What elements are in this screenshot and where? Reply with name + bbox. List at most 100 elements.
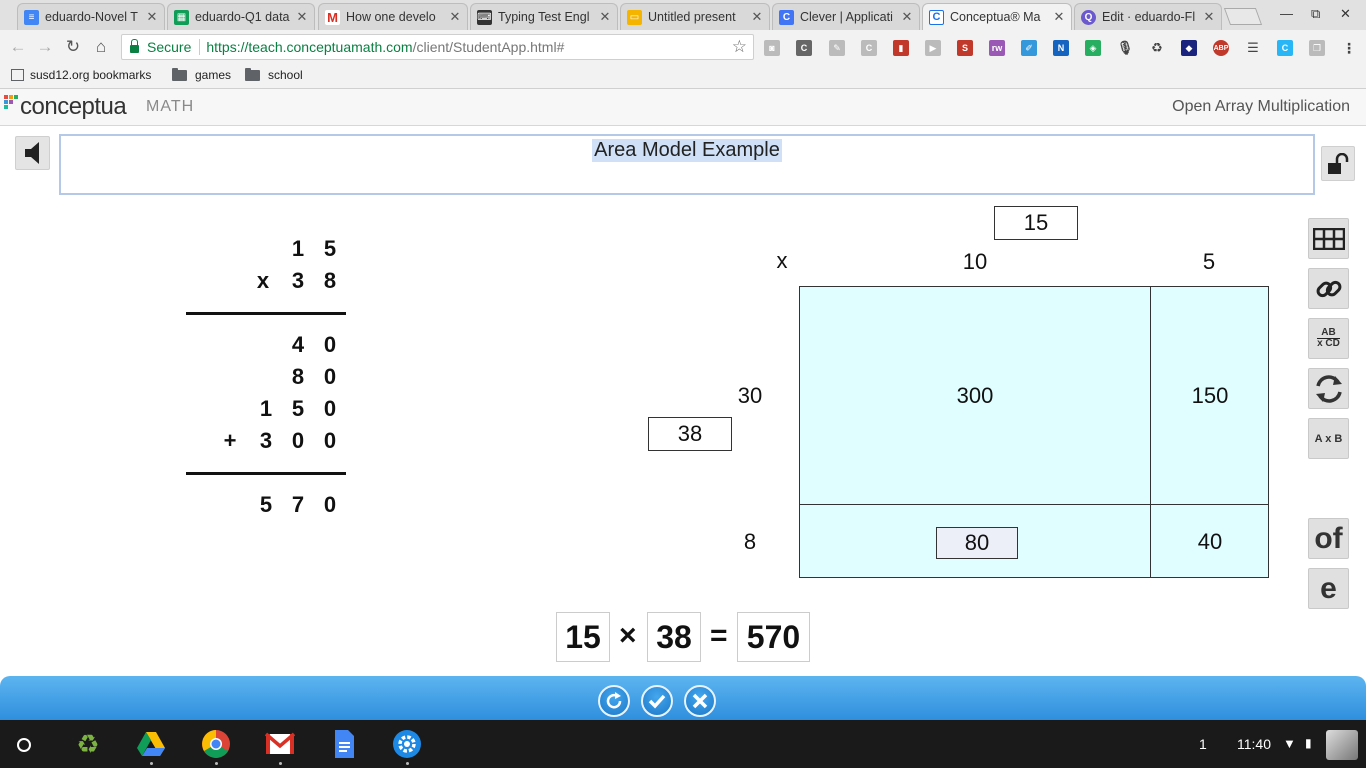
tab-docs[interactable]: ≡ eduardo-Novel T ✕ bbox=[17, 3, 165, 30]
copy-extension-icon[interactable]: ❐ bbox=[1309, 40, 1325, 56]
bookmarks-bar: susd12.org bookmarks games school bbox=[0, 64, 1366, 89]
battery-icon[interactable]: ▮ bbox=[1305, 736, 1312, 750]
tab-clever[interactable]: C Clever | Applicati ✕ bbox=[772, 3, 920, 30]
back-arrow-icon[interactable]: ← bbox=[8, 37, 28, 57]
close-icon[interactable]: ✕ bbox=[1203, 9, 1215, 25]
column-label: 10 bbox=[962, 249, 988, 274]
home-icon[interactable]: ⌂ bbox=[91, 37, 111, 57]
axb-tool-button[interactable]: A x B bbox=[1308, 418, 1349, 459]
app-header: conceptua MATH Open Array Multiplication bbox=[0, 89, 1366, 126]
tab-title: Typing Test Engl bbox=[498, 10, 590, 24]
multiplier-digit: 8 bbox=[323, 268, 337, 293]
address-bar[interactable]: Secure https://teach.conceptuamath.com /… bbox=[121, 34, 754, 60]
s-extension-icon[interactable]: S bbox=[957, 40, 973, 56]
gmail-app-icon[interactable] bbox=[264, 729, 296, 759]
paint-extension-icon[interactable]: ✎ bbox=[829, 40, 845, 56]
equation-factor-a[interactable]: 15 bbox=[556, 612, 610, 662]
divider-line bbox=[186, 472, 346, 475]
docs-app-icon[interactable] bbox=[329, 729, 359, 759]
cell-input[interactable]: 80 bbox=[936, 527, 1018, 559]
tab-gmail[interactable]: M How one develo ✕ bbox=[318, 3, 468, 30]
bookmark-susd12[interactable]: susd12.org bookmarks bbox=[11, 68, 151, 82]
tab-sheets[interactable]: ▦ eduardo-Q1 data ✕ bbox=[167, 3, 315, 30]
close-icon[interactable]: ✕ bbox=[296, 9, 308, 25]
new-tab-button[interactable] bbox=[1223, 8, 1263, 25]
minimize-icon[interactable]: — bbox=[1280, 6, 1293, 21]
menu-icon[interactable]: ⋮ bbox=[1341, 40, 1357, 56]
left-factor-input[interactable]: 38 bbox=[648, 417, 732, 451]
recycle-app-icon[interactable]: ♻ bbox=[73, 729, 103, 760]
shield-extension-icon[interactable]: ◆ bbox=[1181, 40, 1197, 56]
pen-extension-icon[interactable]: ✐ bbox=[1021, 40, 1037, 56]
list-extension-icon[interactable]: ☰ bbox=[1245, 40, 1261, 56]
close-icon[interactable]: ✕ bbox=[599, 9, 611, 25]
close-window-icon[interactable]: ✕ bbox=[1340, 6, 1351, 22]
equation-result[interactable]: 570 bbox=[737, 612, 810, 662]
reload-icon[interactable]: ↻ bbox=[63, 37, 83, 57]
camera-extension-icon[interactable]: ◙ bbox=[764, 40, 780, 56]
folder-icon bbox=[172, 67, 187, 81]
speaker-button[interactable] bbox=[15, 136, 50, 170]
partial-digit: 0 bbox=[291, 428, 305, 453]
bookmark-games[interactable]: games bbox=[172, 67, 231, 82]
running-indicator bbox=[215, 762, 218, 765]
tab-strip: ≡ eduardo-Novel T ✕ ▦ eduardo-Q1 data ✕ … bbox=[0, 0, 1366, 30]
equation-factor-b[interactable]: 38 bbox=[647, 612, 701, 662]
check-button[interactable] bbox=[641, 685, 673, 717]
tab-quizizz[interactable]: Q Edit · eduardo-Fl ✕ bbox=[1074, 3, 1222, 30]
recycle-extension-icon[interactable]: ♻ bbox=[1149, 40, 1165, 56]
rw-extension-icon[interactable]: rw bbox=[989, 40, 1005, 56]
close-icon[interactable]: ✕ bbox=[449, 9, 461, 25]
apps-icon bbox=[11, 69, 24, 81]
unlock-button[interactable] bbox=[1321, 146, 1355, 181]
book-extension-icon[interactable]: ▮ bbox=[893, 40, 909, 56]
running-indicator bbox=[150, 762, 153, 765]
abcd-tool-button[interactable]: AB x CD bbox=[1308, 318, 1349, 359]
clear-button[interactable] bbox=[684, 685, 716, 717]
puzzle-extension-icon[interactable]: ◈ bbox=[1085, 40, 1101, 56]
launcher-icon[interactable] bbox=[17, 738, 31, 752]
tab-slides[interactable]: ▭ Untitled present ✕ bbox=[620, 3, 770, 30]
prompt-text: Area Model Example bbox=[592, 139, 782, 162]
chrome-icon[interactable] bbox=[201, 729, 231, 759]
microphone-icon[interactable]: 🎙 bbox=[1117, 40, 1133, 56]
drive-icon[interactable] bbox=[136, 729, 166, 759]
close-icon[interactable]: ✕ bbox=[901, 9, 913, 25]
partial-digit: 0 bbox=[323, 396, 337, 421]
tab-conceptua[interactable]: C Conceptua® Ma ✕ bbox=[922, 3, 1072, 30]
close-icon[interactable]: ✕ bbox=[751, 9, 763, 25]
top-factor-input[interactable]: 15 bbox=[994, 206, 1078, 240]
tab-typing[interactable]: ⌨ Typing Test Engl ✕ bbox=[470, 3, 618, 30]
grid-tool-button[interactable] bbox=[1308, 218, 1349, 259]
reset-button[interactable] bbox=[598, 685, 630, 717]
c-gray-extension-icon[interactable]: C bbox=[861, 40, 877, 56]
maximize-icon[interactable]: ⧉ bbox=[1311, 6, 1320, 22]
c-extension-icon[interactable]: C bbox=[796, 40, 812, 56]
prompt-box[interactable]: Area Model Example bbox=[59, 134, 1315, 195]
link-tool-button[interactable] bbox=[1308, 268, 1349, 309]
browser-toolbar: ← → ↻ ⌂ Secure https://teach.conceptuama… bbox=[0, 30, 1366, 64]
close-icon[interactable]: ✕ bbox=[1053, 9, 1065, 25]
e-tool-button[interactable]: e bbox=[1308, 568, 1349, 609]
clock[interactable]: 11:40 bbox=[1237, 736, 1271, 752]
forward-arrow-icon[interactable]: → bbox=[35, 37, 55, 57]
bookmark-star-icon[interactable]: ☆ bbox=[732, 37, 747, 57]
bookmark-school[interactable]: school bbox=[245, 67, 303, 82]
play-extension-icon[interactable]: ▶ bbox=[925, 40, 941, 56]
c-blue-extension-icon[interactable]: C bbox=[1277, 40, 1293, 56]
divider-line bbox=[186, 312, 346, 315]
avatar[interactable] bbox=[1326, 730, 1358, 760]
partial-digit: 3 bbox=[259, 428, 273, 453]
tab-title: eduardo-Q1 data bbox=[195, 10, 290, 24]
settings-icon[interactable] bbox=[392, 729, 422, 759]
refresh-tool-button[interactable] bbox=[1308, 368, 1349, 409]
partial-digit: 0 bbox=[323, 332, 337, 357]
clever-icon: C bbox=[779, 9, 794, 25]
newsela-extension-icon[interactable]: N bbox=[1053, 40, 1069, 56]
wifi-icon[interactable]: ▼ bbox=[1283, 736, 1296, 751]
adblock-icon[interactable]: ABP bbox=[1213, 40, 1229, 56]
close-icon[interactable]: ✕ bbox=[146, 9, 158, 25]
notification-count[interactable]: 1 bbox=[1199, 736, 1207, 752]
of-tool-button[interactable]: of bbox=[1308, 518, 1349, 559]
speaker-icon bbox=[24, 142, 39, 164]
